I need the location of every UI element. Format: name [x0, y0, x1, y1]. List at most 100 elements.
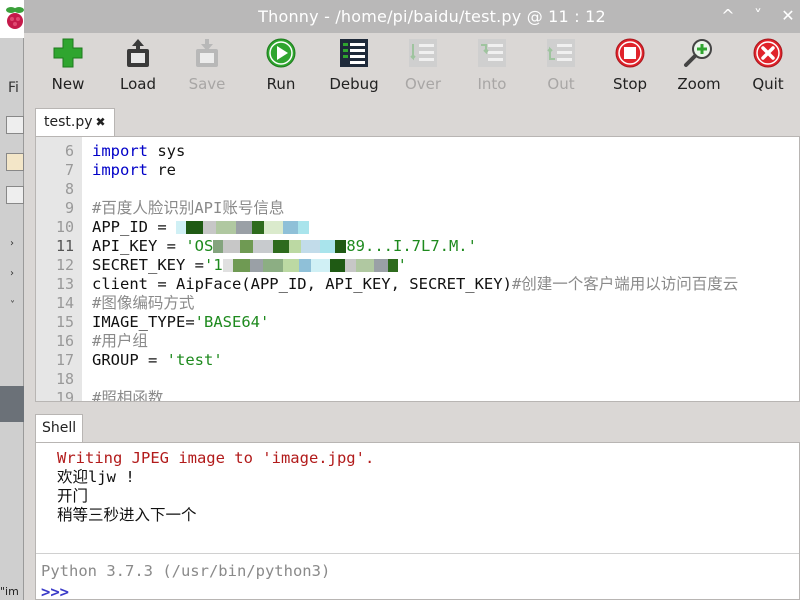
debug-button[interactable]: Debug — [322, 33, 386, 99]
code-line[interactable]: #图像编码方式 — [92, 294, 194, 313]
save-icon — [196, 39, 218, 67]
quit-button[interactable]: Quit — [736, 33, 800, 99]
step-out-button[interactable]: Out — [529, 33, 593, 99]
string-token: 'test' — [166, 351, 223, 369]
comment-token: #百度人脸识别API账号信息 — [92, 199, 285, 217]
tab-test-py[interactable]: test.py ✖ — [35, 108, 115, 137]
keyword-token: import — [92, 142, 148, 160]
quit-label: Quit — [752, 75, 784, 93]
code-line[interactable]: #照相函数 — [92, 389, 164, 402]
code-line[interactable]: GROUP = 'test' — [92, 351, 223, 370]
zoom-icon — [684, 39, 712, 67]
background-selection — [0, 386, 24, 422]
run-button[interactable]: Run — [249, 33, 313, 99]
keyword-token: import — [92, 161, 148, 179]
background-home-icon — [6, 153, 24, 171]
comment-token: #照相函数 — [92, 389, 164, 402]
stop-label: Stop — [612, 75, 648, 93]
line-number-gutter: 6 7 8 9 10 11 12 13 14 15 16 17 18 19 — [36, 137, 82, 401]
stop-button[interactable]: Stop — [598, 33, 662, 99]
main-toolbar: New Load Save Run Debug Over Into Out St… — [24, 33, 800, 103]
code-line[interactable]: IMAGE_TYPE='BASE64' — [92, 313, 269, 332]
background-drive-icon — [6, 186, 24, 204]
step-over-label: Over — [404, 75, 442, 93]
step-out-label: Out — [547, 75, 575, 93]
step-over-icon — [409, 39, 437, 67]
quit-icon — [753, 38, 783, 68]
background-menu-fragment: Fi — [8, 80, 19, 96]
code-line[interactable]: SECRET_KEY ='1 ' — [92, 256, 407, 275]
code-editor[interactable]: 6 7 8 9 10 11 12 13 14 15 16 17 18 19 import sys impor… — [35, 136, 800, 402]
save-button[interactable]: Save — [175, 33, 239, 99]
code-line[interactable]: #用户组 — [92, 332, 148, 351]
background-expander-icon: ˅ — [10, 300, 15, 311]
string-token: ' — [397, 256, 407, 274]
minimize-button[interactable]: ^ — [716, 4, 740, 28]
interpreter-info: Python 3.7.3 (/usr/bin/python3) — [41, 562, 331, 580]
redacted-credential — [176, 218, 309, 236]
close-button[interactable]: ✕ — [776, 4, 800, 28]
code-token: APP_ID = — [92, 218, 176, 236]
zoom-button[interactable]: Zoom — [667, 33, 731, 99]
line-number: 14 — [55, 294, 74, 312]
desktop-panel — [0, 0, 24, 38]
load-label: Load — [120, 75, 156, 93]
zoom-label: Zoom — [677, 75, 721, 93]
tab-label: test.py — [44, 114, 93, 130]
shell-stderr-line: Writing JPEG image to 'image.jpg'. — [57, 449, 375, 467]
code-line[interactable]: client = AipFace(APP_ID, API_KEY, SECRET… — [92, 275, 738, 294]
step-over-button[interactable]: Over — [391, 33, 455, 99]
line-number: 7 — [64, 161, 74, 179]
code-line[interactable]: #百度人脸识别API账号信息 — [92, 199, 284, 218]
shell-tab-strip: Shell — [24, 410, 800, 443]
line-number: 18 — [55, 370, 74, 388]
code-token: API_KEY = — [92, 237, 186, 255]
window-controls: ^ ˅ ✕ — [716, 4, 800, 28]
load-button[interactable]: Load — [106, 33, 170, 99]
tab-close-icon[interactable]: ✖ — [96, 115, 106, 129]
maximize-button[interactable]: ˅ — [746, 4, 770, 28]
code-line[interactable]: import re — [92, 161, 176, 180]
shell-prompt[interactable]: >>> — [41, 583, 69, 599]
load-icon — [127, 39, 149, 67]
code-token: sys — [148, 142, 186, 160]
shell-output-line: 开门 — [57, 487, 89, 505]
line-number: 19 — [55, 389, 74, 402]
background-file-icon — [6, 116, 24, 134]
background-expander-icon: › — [10, 268, 14, 279]
shell-output-line: 欢迎ljw ! — [57, 468, 135, 486]
code-line[interactable]: APP_ID = — [92, 218, 309, 237]
code-line[interactable]: API_KEY = 'OS 89...I.7L7.M.' — [92, 237, 477, 256]
code-token: IMAGE_TYPE= — [92, 313, 195, 331]
raspberry-pi-logo-icon[interactable] — [4, 5, 26, 31]
shell-panel[interactable]: Writing JPEG image to 'image.jpg'. 欢迎ljw … — [35, 442, 800, 600]
background-text-fragment: "im — [0, 585, 19, 598]
step-into-label: Into — [477, 75, 507, 93]
step-out-icon — [547, 39, 575, 67]
line-number: 15 — [55, 313, 74, 331]
debug-label: Debug — [329, 75, 379, 93]
thonny-window: Thonny - /home/pi/baidu/test.py @ 11 : 1… — [24, 0, 800, 600]
shell-output-line: 稍等三秒进入下一个 — [57, 506, 197, 524]
editor-tab-strip: test.py ✖ — [24, 103, 800, 137]
new-icon — [53, 38, 83, 68]
shell-divider — [36, 553, 799, 554]
step-into-icon — [478, 39, 506, 67]
step-into-button[interactable]: Into — [460, 33, 524, 99]
debug-icon — [340, 39, 368, 67]
tab-shell[interactable]: Shell — [35, 414, 84, 443]
save-label: Save — [188, 75, 226, 93]
code-line[interactable]: import sys — [92, 142, 185, 161]
line-number: 12 — [55, 256, 74, 274]
background-expander-icon: › — [10, 238, 14, 249]
redacted-credential — [213, 237, 347, 255]
title-bar[interactable]: Thonny - /home/pi/baidu/test.py @ 11 : 1… — [24, 0, 800, 33]
run-icon — [266, 38, 296, 68]
string-token: 'BASE64' — [194, 313, 270, 331]
comment-token: #创建一个客户端用以访问百度云 — [511, 275, 739, 293]
string-token: 'OS — [185, 237, 214, 255]
new-button[interactable]: New — [36, 33, 100, 99]
line-number: 6 — [64, 142, 74, 160]
pane-splitter[interactable] — [24, 402, 800, 410]
line-number: 10 — [55, 218, 74, 236]
